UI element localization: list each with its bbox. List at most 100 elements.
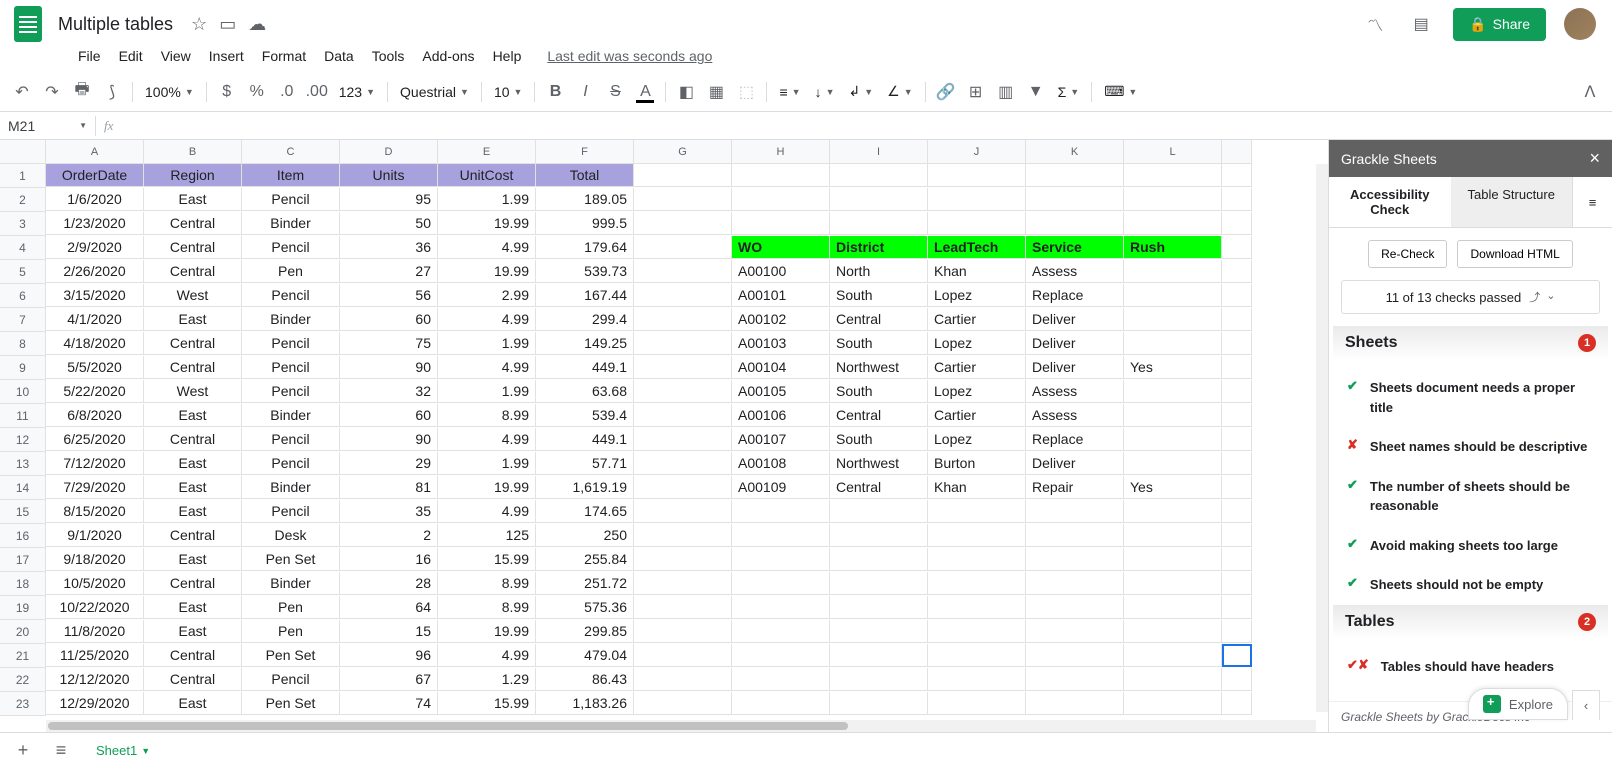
document-title[interactable]: Multiple tables [52,12,179,37]
cell[interactable]: Pencil [242,452,340,475]
cell[interactable] [928,644,1026,667]
cell[interactable]: 299.4 [536,308,634,331]
cell[interactable]: East [144,548,242,571]
cell[interactable] [634,620,732,643]
cell[interactable] [830,620,928,643]
check-item[interactable]: ✔The number of sheets should be reasonab… [1333,467,1608,526]
comment-button[interactable]: ⊞ [962,78,990,106]
move-icon[interactable]: ▭ [219,14,236,35]
column-header[interactable]: G [634,140,732,164]
cell[interactable] [1124,692,1222,715]
menu-format[interactable]: Format [254,44,314,68]
avatar[interactable] [1564,8,1596,40]
cell[interactable] [1124,428,1222,451]
cell[interactable] [830,572,928,595]
cell[interactable] [1124,644,1222,667]
cell[interactable] [1124,596,1222,619]
cell[interactable] [1026,692,1124,715]
column-header[interactable]: I [830,140,928,164]
row-header[interactable]: 4 [0,236,46,260]
explore-collapse-button[interactable]: ‹ [1572,690,1600,720]
cell[interactable]: East [144,188,242,211]
cell[interactable] [732,212,830,235]
cell[interactable] [1124,452,1222,475]
cell[interactable]: Pen Set [242,644,340,667]
cell[interactable]: 539.73 [536,260,634,283]
cell[interactable] [1222,404,1252,427]
column-header[interactable]: J [928,140,1026,164]
cell[interactable]: A00108 [732,452,830,475]
cell[interactable] [1222,236,1252,259]
sidebar-menu-icon[interactable]: ≡ [1572,177,1612,227]
cell[interactable]: 86.43 [536,668,634,691]
row-header[interactable]: 11 [0,404,46,428]
cell[interactable] [634,308,732,331]
cell[interactable] [1026,644,1124,667]
row-header[interactable]: 17 [0,548,46,572]
menu-edit[interactable]: Edit [111,44,151,68]
cell[interactable]: Burton [928,452,1026,475]
cell[interactable] [1222,164,1252,187]
column-header[interactable] [1222,140,1252,164]
cell[interactable]: 4.99 [438,428,536,451]
cell[interactable] [1222,692,1252,715]
cell[interactable]: 1.99 [438,188,536,211]
cell[interactable]: 1.99 [438,332,536,355]
cell[interactable]: 7/12/2020 [46,452,144,475]
cell[interactable]: Central [830,308,928,331]
row-header[interactable]: 5 [0,260,46,284]
cell[interactable] [1124,284,1222,307]
cell[interactable]: 75 [340,332,438,355]
cell[interactable]: Lopez [928,380,1026,403]
cell[interactable] [928,572,1026,595]
cell[interactable] [732,668,830,691]
cell[interactable]: 28 [340,572,438,595]
cell[interactable]: Pen [242,596,340,619]
cell[interactable]: 255.84 [536,548,634,571]
cell[interactable]: Central [144,260,242,283]
all-sheets-button[interactable]: ≡ [46,736,76,766]
cell[interactable]: 5/22/2020 [46,380,144,403]
cell[interactable]: 15 [340,620,438,643]
cell[interactable] [732,596,830,619]
cell[interactable]: 2/9/2020 [46,236,144,259]
fill-color-button[interactable]: ◧ [672,78,700,106]
cell[interactable]: 999.5 [536,212,634,235]
row-header[interactable]: 13 [0,452,46,476]
cell[interactable]: Lopez [928,332,1026,355]
cell[interactable]: 125 [438,524,536,547]
cell[interactable]: Central [830,404,928,427]
number-format-dropdown[interactable]: 123▼ [333,84,381,100]
cell[interactable]: 2/26/2020 [46,260,144,283]
h-align-dropdown[interactable]: ≡▼ [773,84,806,100]
cell[interactable] [1026,548,1124,571]
check-item[interactable]: ✔Sheets should not be empty [1333,565,1608,605]
cell[interactable]: 67 [340,668,438,691]
row-header[interactable]: 15 [0,500,46,524]
cell[interactable]: 60 [340,308,438,331]
cell[interactable]: Deliver [1026,332,1124,355]
cell[interactable]: 60 [340,404,438,427]
name-box[interactable]: M21▼ [0,116,96,136]
cell[interactable] [732,188,830,211]
cell[interactable]: Central [144,356,242,379]
cell[interactable]: Pencil [242,188,340,211]
cell[interactable]: 12/12/2020 [46,668,144,691]
download-html-button[interactable]: Download HTML [1457,240,1572,268]
cell[interactable]: 189.05 [536,188,634,211]
cell[interactable]: 27 [340,260,438,283]
cell[interactable] [1222,356,1252,379]
cell[interactable] [732,644,830,667]
link-button[interactable]: 🔗 [932,78,960,106]
cell[interactable]: Central [144,644,242,667]
row-header[interactable]: 14 [0,476,46,500]
cell[interactable] [1026,668,1124,691]
cell[interactable] [634,332,732,355]
cell[interactable]: Pencil [242,428,340,451]
cell[interactable]: Deliver [1026,308,1124,331]
cell[interactable]: 11/25/2020 [46,644,144,667]
cell[interactable]: 90 [340,428,438,451]
cell[interactable]: East [144,500,242,523]
cell[interactable]: Assess [1026,380,1124,403]
wrap-dropdown[interactable]: ↲▼ [842,83,879,100]
